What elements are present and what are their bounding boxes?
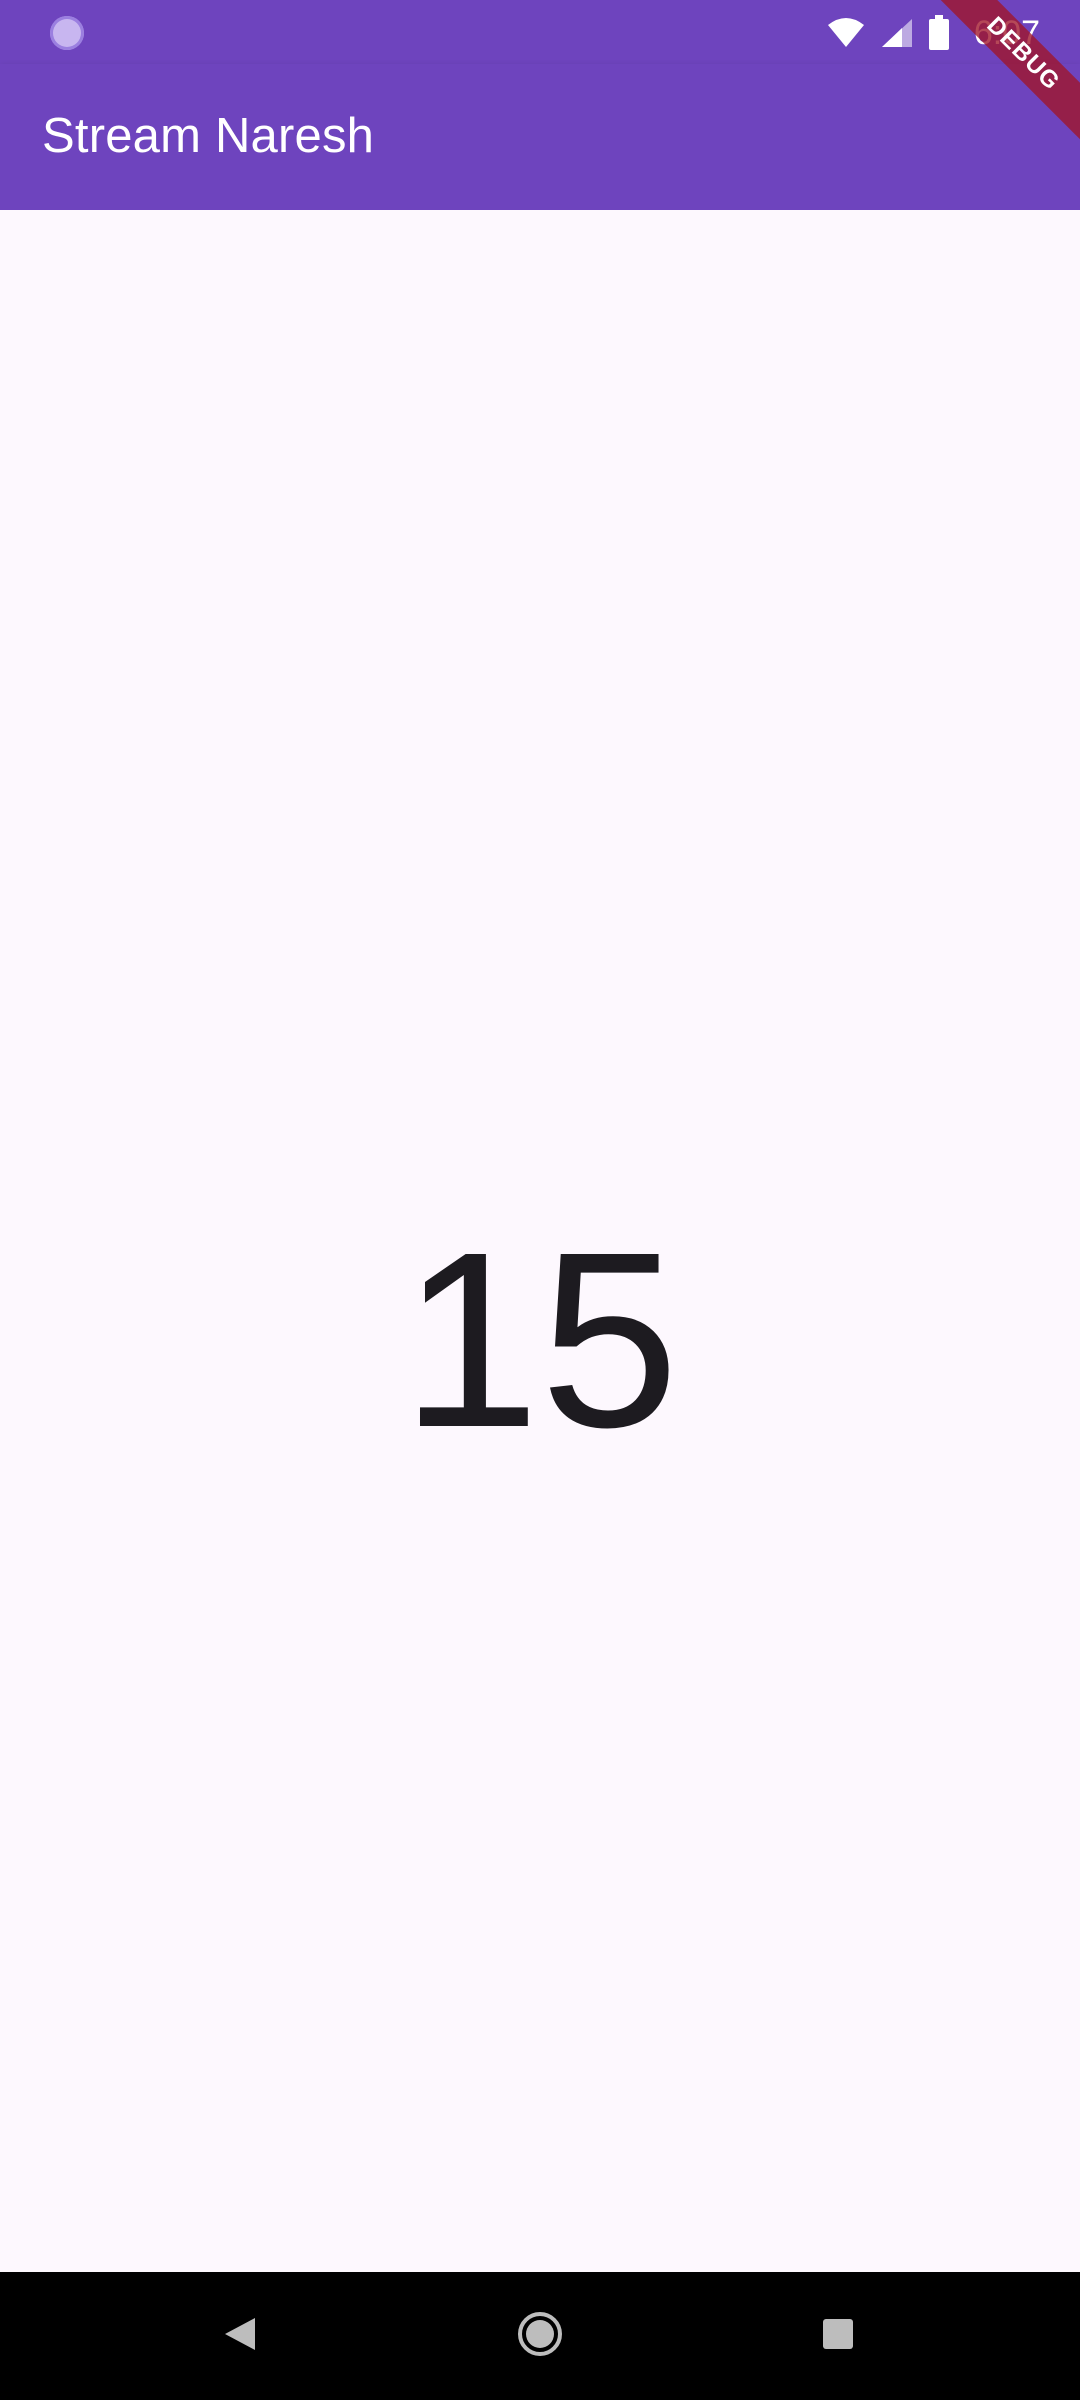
home-icon <box>516 2310 564 2363</box>
status-bar: 6:07 <box>0 0 1080 64</box>
app-title: Stream Naresh <box>42 109 375 163</box>
navigation-bar <box>0 2272 1080 2400</box>
status-time: 6:07 <box>973 13 1040 52</box>
back-icon <box>223 2316 257 2357</box>
notification-dot-icon <box>50 16 84 50</box>
main-content: 15 <box>0 210 1080 2272</box>
home-button[interactable] <box>510 2306 570 2366</box>
recents-icon <box>822 2318 854 2355</box>
counter-value: 15 <box>400 1200 680 1479</box>
signal-icon <box>880 17 914 49</box>
recents-button[interactable] <box>808 2306 868 2366</box>
status-icons: 6:07 <box>826 10 1040 56</box>
back-button[interactable] <box>210 2306 270 2366</box>
wifi-icon <box>826 17 866 49</box>
app-bar: Stream Naresh <box>0 64 1080 210</box>
battery-icon <box>928 15 950 51</box>
